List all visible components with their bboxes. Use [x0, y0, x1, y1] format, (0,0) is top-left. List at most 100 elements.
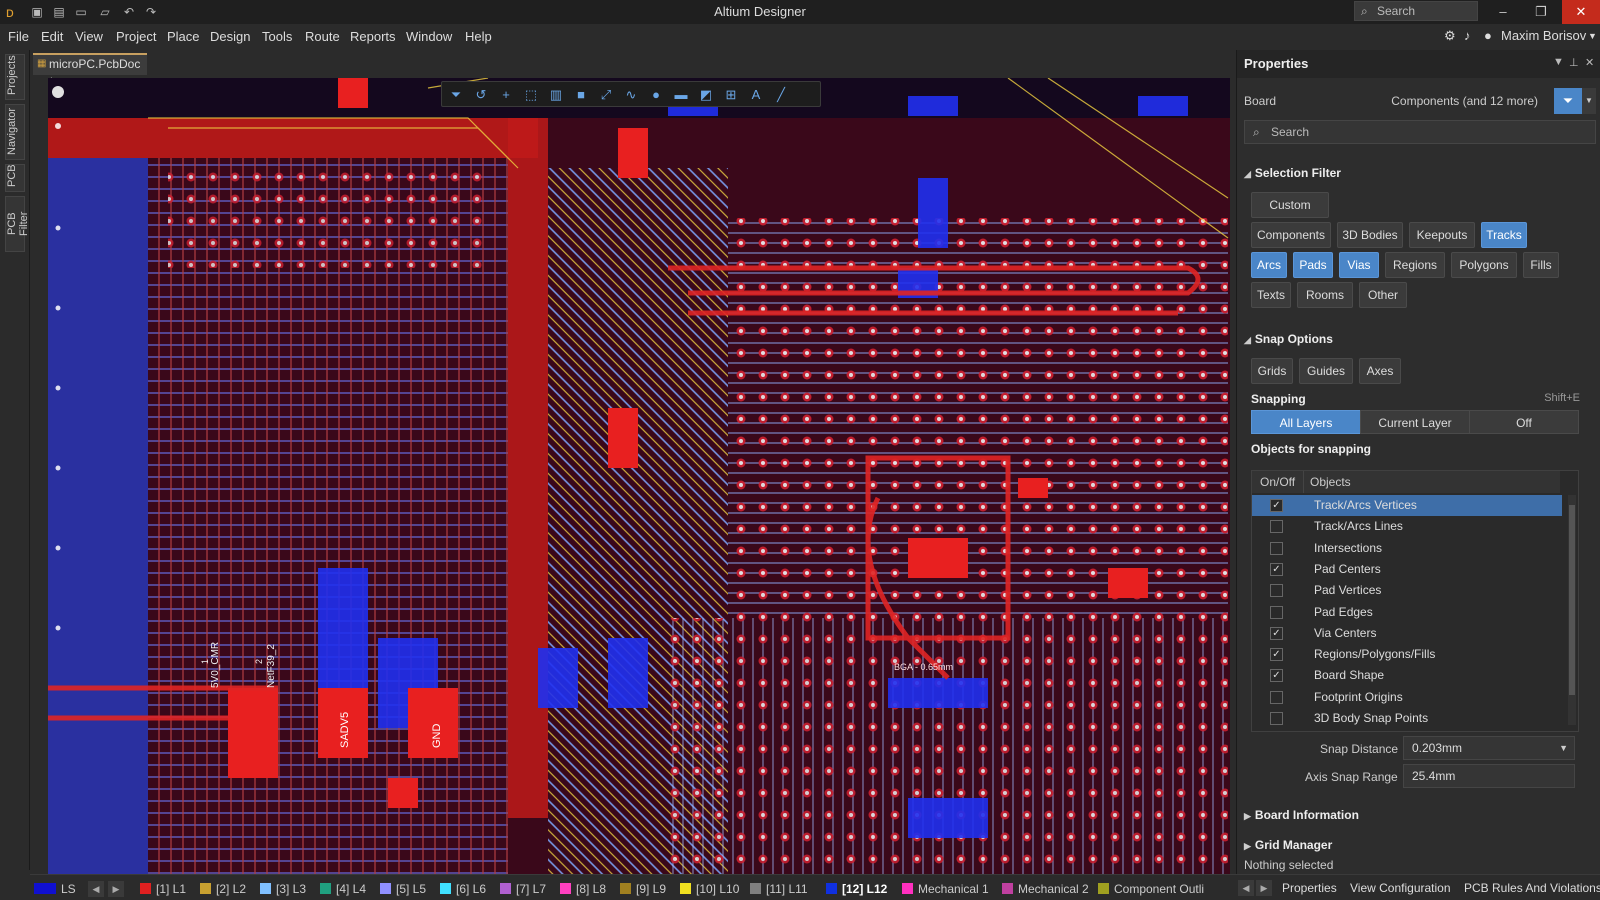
menu-edit[interactable]: Edit: [41, 29, 63, 44]
place-via-icon[interactable]: ●: [646, 85, 666, 105]
place-fill-icon[interactable]: ▬: [671, 85, 691, 105]
component-icon[interactable]: ■: [571, 85, 591, 105]
snap-object-row[interactable]: Footprint Origins: [1252, 687, 1562, 708]
tab-view-configuration[interactable]: View Configuration: [1350, 881, 1451, 895]
layer-tab[interactable]: [3] L3: [260, 881, 306, 897]
snap-object-row[interactable]: ✓ Pad Centers: [1252, 559, 1562, 580]
filter-chip-keepouts[interactable]: Keepouts: [1409, 222, 1475, 248]
user-name[interactable]: Maxim Borisov: [1501, 28, 1586, 43]
grids-button[interactable]: Grids: [1251, 358, 1293, 384]
snap-object-checkbox[interactable]: [1270, 690, 1283, 704]
filter-chip-tracks[interactable]: Tracks: [1481, 222, 1527, 248]
snap-object-row[interactable]: ✓ Track/Arcs Vertices: [1252, 495, 1562, 516]
snap-object-row[interactable]: 3D Body Snap Points: [1252, 708, 1562, 729]
layer-tab[interactable]: [4] L4: [320, 881, 366, 897]
layer-tab[interactable]: [6] L6: [440, 881, 486, 897]
tab-scroll-right-icon[interactable]: ▶: [1256, 880, 1272, 896]
snap-object-row[interactable]: Intersections: [1252, 538, 1562, 559]
global-search-input[interactable]: ⌕ Search: [1354, 1, 1478, 21]
tab-pcb-rules-violations[interactable]: PCB Rules And Violations: [1464, 881, 1600, 895]
tab-scroll-left-icon[interactable]: ◀: [1238, 880, 1254, 896]
filter-chip-vias[interactable]: Vias: [1339, 252, 1379, 278]
snap-object-checkbox[interactable]: ✓: [1270, 499, 1283, 512]
layer-tab[interactable]: [11] L11: [750, 881, 808, 897]
route-icon[interactable]: ⤢: [596, 85, 616, 105]
tab-properties[interactable]: Properties: [1282, 881, 1337, 895]
pin-icon[interactable]: ⊥: [1569, 56, 1579, 69]
layer-tab[interactable]: [12] L12: [826, 881, 887, 897]
text-icon[interactable]: A: [746, 85, 766, 105]
snap-object-checkbox[interactable]: ✓: [1270, 648, 1283, 662]
close-button[interactable]: ✕: [1562, 0, 1600, 24]
axis-snap-range-input[interactable]: 25.4mm: [1403, 764, 1575, 788]
layer-tab[interactable]: Mechanical 1: [902, 881, 989, 897]
snap-distance-select[interactable]: 0.203mm ▼: [1403, 736, 1575, 760]
tab-navigator[interactable]: Navigator: [5, 104, 25, 160]
tab-pcb-filter[interactable]: PCB Filter: [5, 196, 30, 252]
layer-tab[interactable]: [5] L5: [380, 881, 426, 897]
filter-chip-fills[interactable]: Fills: [1523, 252, 1559, 278]
pcb-layout-drawing[interactable]: BGA - 0.65mm 5V0_CMR NetF39_2 1 2 SADV5 …: [48, 78, 1230, 874]
snap-object-checkbox[interactable]: [1270, 520, 1283, 534]
layer-scroll-left-icon[interactable]: ◀: [88, 881, 104, 897]
menu-file[interactable]: File: [8, 29, 29, 44]
crosshair-icon[interactable]: +: [496, 85, 516, 105]
snap-object-row[interactable]: ✓ Regions/Polygons/Fills: [1252, 644, 1562, 665]
filter-chip-3d-bodies[interactable]: 3D Bodies: [1337, 222, 1403, 248]
layer-tab[interactable]: [8] L8: [560, 881, 606, 897]
off-button[interactable]: Off: [1469, 410, 1579, 434]
filter-chip-components[interactable]: Components: [1251, 222, 1331, 248]
layer-tab[interactable]: Component Outli: [1098, 881, 1204, 897]
menu-design[interactable]: Design: [210, 29, 250, 44]
snap-object-checkbox[interactable]: ✓: [1270, 669, 1283, 683]
panel-close-icon[interactable]: ✕: [1585, 56, 1594, 69]
menu-route[interactable]: Route: [305, 29, 340, 44]
chevron-down-icon[interactable]: ▼: [1588, 31, 1597, 41]
filter-icon[interactable]: ⏷: [446, 85, 466, 105]
interactive-routing-icon[interactable]: ↺: [471, 85, 491, 105]
menu-view[interactable]: View: [75, 29, 103, 44]
diff-pair-icon[interactable]: ∿: [621, 85, 641, 105]
axes-button[interactable]: Axes: [1359, 358, 1401, 384]
layer-scroll-right-icon[interactable]: ▶: [108, 881, 124, 897]
menu-project[interactable]: Project: [116, 29, 156, 44]
selection-filter-header[interactable]: ◢ Selection Filter: [1244, 166, 1341, 180]
layer-tab[interactable]: [1] L1: [140, 881, 186, 897]
pcb-canvas[interactable]: BGA - 0.65mm 5V0_CMR NetF39_2 1 2 SADV5 …: [48, 78, 1230, 874]
place-region-icon[interactable]: ◩: [696, 85, 716, 105]
select-rectangle-icon[interactable]: ⬚: [521, 85, 541, 105]
menu-help[interactable]: Help: [465, 29, 492, 44]
minimize-button[interactable]: –: [1484, 0, 1522, 24]
snap-object-row[interactable]: ✓ Via Centers: [1252, 623, 1562, 644]
align-icon[interactable]: ▥: [546, 85, 566, 105]
menu-reports[interactable]: Reports: [350, 29, 396, 44]
guides-button[interactable]: Guides: [1299, 358, 1353, 384]
snap-object-checkbox[interactable]: ✓: [1270, 626, 1283, 640]
user-avatar-icon[interactable]: ●: [1484, 28, 1492, 43]
custom-button[interactable]: Custom: [1251, 192, 1329, 218]
document-tab[interactable]: ▦ microPC.PcbDoc *: [33, 53, 147, 89]
tab-projects[interactable]: Projects: [5, 54, 25, 100]
filter-chip-texts[interactable]: Texts: [1251, 282, 1291, 308]
snap-object-checkbox[interactable]: [1270, 584, 1283, 598]
board-information-header[interactable]: ▶ Board Information: [1244, 808, 1359, 822]
restore-button[interactable]: ❐: [1522, 0, 1560, 24]
table-scrollbar[interactable]: [1568, 495, 1576, 725]
tab-pcb[interactable]: PCB: [5, 164, 25, 192]
dimension-icon[interactable]: ⊞: [721, 85, 741, 105]
layer-tab[interactable]: [9] L9: [620, 881, 666, 897]
layer-tab[interactable]: [2] L2: [200, 881, 246, 897]
snap-object-checkbox[interactable]: [1270, 541, 1283, 555]
filter-chip-pads[interactable]: Pads: [1293, 252, 1333, 278]
menu-place[interactable]: Place: [167, 29, 200, 44]
snap-object-row[interactable]: Track/Arcs Lines: [1252, 516, 1562, 537]
menu-window[interactable]: Window: [406, 29, 452, 44]
filter-dropdown[interactable]: ▼: [1582, 88, 1596, 114]
grid-manager-header[interactable]: ▶ Grid Manager: [1244, 838, 1332, 852]
panel-menu-icon[interactable]: ▼: [1553, 56, 1564, 68]
panel-search-input[interactable]: ⌕ Search: [1244, 120, 1596, 144]
scrollbar-thumb[interactable]: [1569, 505, 1575, 695]
filter-chip-polygons[interactable]: Polygons: [1451, 252, 1517, 278]
filter-chip-rooms[interactable]: Rooms: [1297, 282, 1353, 308]
layer-tab[interactable]: Mechanical 2: [1002, 881, 1089, 897]
